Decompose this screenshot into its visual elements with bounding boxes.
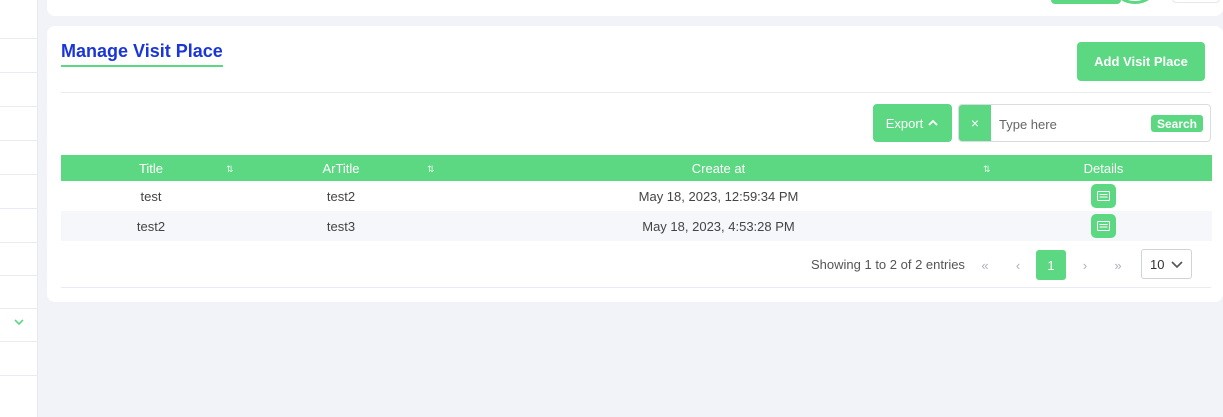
- page-title: Manage Visit Place: [61, 41, 223, 67]
- column-header-create-at[interactable]: Create at: [661, 161, 776, 176]
- cell-title: test2: [136, 219, 166, 234]
- table-row: test test2 May 18, 2023, 12:59:34 PM: [61, 181, 1212, 211]
- sidebar-divider: [0, 308, 38, 309]
- details-button[interactable]: [1091, 184, 1116, 208]
- export-button[interactable]: Export: [873, 104, 952, 142]
- details-button[interactable]: [1091, 214, 1116, 238]
- chevron-down-icon: [1171, 261, 1183, 269]
- header-control[interactable]: [1172, 0, 1220, 3]
- sidebar-divider: [0, 174, 38, 175]
- column-header-details: Details: [1083, 161, 1124, 176]
- search-input[interactable]: [999, 114, 1139, 134]
- table-header: Title ⇅ ArTitle ⇅ Create at ⇅ Details: [61, 155, 1212, 181]
- export-label: Export: [885, 115, 924, 131]
- sidebar-divider: [0, 208, 38, 209]
- clear-search-button[interactable]: ×: [959, 105, 991, 141]
- sort-icon[interactable]: ⇅: [427, 164, 435, 175]
- sort-icon[interactable]: ⇅: [983, 164, 991, 175]
- last-page-button[interactable]: »: [1103, 250, 1133, 280]
- header-button[interactable]: [1051, 0, 1121, 4]
- sidebar-divider: [0, 375, 38, 376]
- next-page-button[interactable]: ›: [1070, 250, 1100, 280]
- prev-page-button[interactable]: ‹: [1003, 250, 1033, 280]
- column-header-title[interactable]: Title: [121, 161, 181, 176]
- first-page-button[interactable]: «: [970, 250, 1000, 280]
- details-icon: [1097, 191, 1110, 201]
- sidebar-divider: [0, 140, 38, 141]
- page-size-value: 10: [1150, 256, 1165, 272]
- pagination-info: Showing 1 to 2 of 2 entries: [811, 257, 965, 272]
- page-button-1[interactable]: 1: [1036, 250, 1066, 280]
- details-icon: [1097, 221, 1110, 231]
- table-row: test2 test3 May 18, 2023, 4:53:28 PM: [61, 211, 1212, 241]
- sidebar-divider: [0, 341, 38, 342]
- header-card: [47, 0, 1223, 16]
- sidebar-divider: [0, 242, 38, 243]
- sidebar-divider: [0, 72, 38, 73]
- page-size-select[interactable]: 10: [1141, 249, 1192, 279]
- chevron-up-icon: [928, 119, 938, 126]
- close-icon: ×: [970, 115, 980, 131]
- chevron-down-icon[interactable]: [13, 316, 25, 328]
- sidebar-divider: [0, 106, 38, 107]
- header-divider: [61, 92, 1211, 93]
- visit-place-table: Title ⇅ ArTitle ⇅ Create at ⇅ Details te…: [61, 155, 1212, 241]
- column-header-artitle[interactable]: ArTitle: [311, 161, 371, 176]
- search-box: × Search: [958, 104, 1211, 142]
- add-visit-place-button[interactable]: Add Visit Place: [1077, 42, 1205, 81]
- cell-artitle: test2: [326, 189, 356, 204]
- main-card: Manage Visit Place Add Visit Place Expor…: [47, 26, 1223, 302]
- sidebar-divider: [0, 275, 38, 276]
- footer-divider: [61, 287, 1211, 288]
- cell-created-at: May 18, 2023, 4:53:28 PM: [642, 219, 795, 234]
- cell-created-at: May 18, 2023, 12:59:34 PM: [638, 189, 799, 204]
- cell-artitle: test3: [326, 219, 356, 234]
- cell-title: test: [140, 189, 162, 204]
- sort-icon[interactable]: ⇅: [226, 164, 234, 175]
- sidebar: [0, 0, 38, 417]
- search-button[interactable]: Search: [1151, 115, 1203, 132]
- sidebar-divider: [0, 38, 38, 39]
